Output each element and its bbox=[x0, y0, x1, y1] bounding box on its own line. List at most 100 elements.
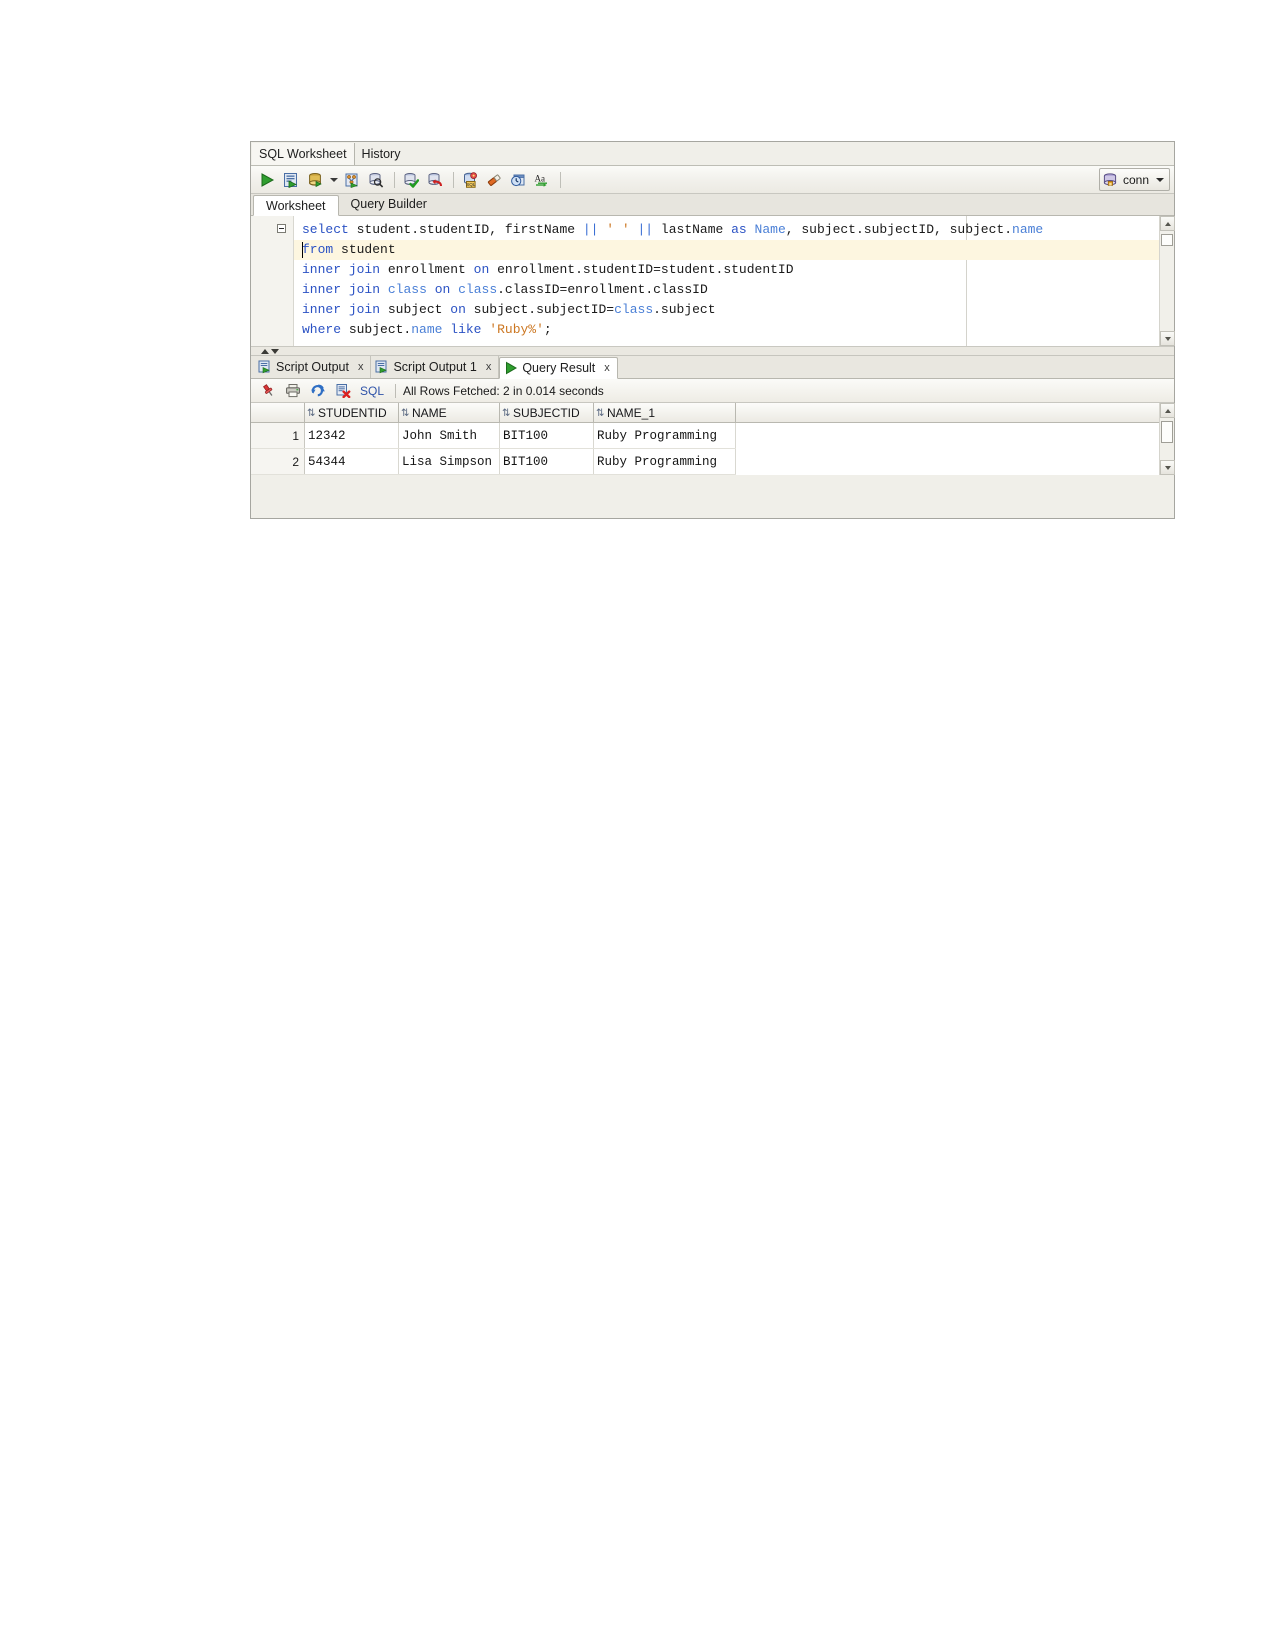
table-cell-name[interactable]: Lisa Simpson bbox=[398, 448, 500, 475]
code-token: , subject.subjectID, subject. bbox=[785, 222, 1013, 237]
format-button[interactable]: Aa bbox=[531, 169, 553, 191]
results-scroll-down-button[interactable] bbox=[1160, 460, 1175, 475]
tab-query-result-label: Query Result bbox=[522, 361, 596, 375]
sort-diamond-icon[interactable]: ⇅ bbox=[596, 408, 604, 419]
results-vertical-scrollbar[interactable] bbox=[1159, 403, 1175, 475]
tab-script-output-1-close-icon[interactable]: x bbox=[484, 361, 494, 373]
tab-query-result[interactable]: Query Result x bbox=[499, 357, 618, 379]
code-token: || bbox=[582, 222, 599, 237]
autotrace-button[interactable] bbox=[304, 169, 326, 191]
tab-script-output-close-icon[interactable]: x bbox=[356, 361, 366, 373]
chevron-down-icon bbox=[1164, 336, 1171, 341]
autotrace-dropdown-button[interactable] bbox=[328, 169, 339, 191]
editor-scroll-up-button[interactable] bbox=[1160, 216, 1175, 231]
connection-chevron-down-icon[interactable] bbox=[1156, 177, 1164, 182]
tab-worksheet[interactable]: Worksheet bbox=[253, 195, 339, 216]
document-tabbar: SQL Worksheet History bbox=[251, 142, 1174, 166]
table-cell-subjectid[interactable]: BIT100 bbox=[499, 448, 594, 475]
tab-query-builder[interactable]: Query Builder bbox=[339, 194, 439, 215]
sql-editor[interactable]: select student.studentID, firstName || '… bbox=[251, 216, 1175, 347]
rollback-icon bbox=[427, 172, 443, 188]
schedule-button[interactable] bbox=[507, 169, 529, 191]
code-token: where bbox=[302, 322, 342, 337]
refresh-icon bbox=[310, 383, 326, 398]
svg-text:SQL: SQL bbox=[466, 182, 476, 187]
print-button[interactable] bbox=[282, 381, 304, 401]
database-cylinder-icon bbox=[307, 172, 323, 188]
code-token: join bbox=[348, 262, 381, 277]
code-token: class bbox=[387, 282, 427, 297]
toolbar-separator-2 bbox=[453, 171, 454, 188]
code-token: Name bbox=[754, 222, 786, 237]
sort-diamond-icon[interactable]: ⇅ bbox=[307, 408, 315, 419]
tab-query-result-close-icon[interactable]: x bbox=[602, 362, 612, 374]
code-token: student bbox=[333, 242, 396, 257]
editor-code-area[interactable]: select student.studentID, firstName || '… bbox=[294, 216, 1159, 346]
tab-script-output-1[interactable]: Script Output 1 x bbox=[371, 356, 500, 378]
sql-worksheet-new-button[interactable]: SQL bbox=[459, 169, 481, 191]
run-script-icon bbox=[283, 172, 299, 188]
run-script-button[interactable] bbox=[280, 169, 302, 191]
code-fold-collapse-icon[interactable] bbox=[277, 224, 286, 233]
code-token: select bbox=[302, 222, 349, 237]
editor-scroll-thumb[interactable] bbox=[1161, 234, 1173, 246]
code-token: join bbox=[348, 302, 381, 317]
clear-results-button[interactable] bbox=[332, 381, 354, 401]
code-token: .subject bbox=[653, 302, 716, 317]
query-results-grid[interactable]: ⇅ STUDENTID ⇅ NAME ⇅ SUBJECTID ⇅ NAME_1 1 12342 Jo… bbox=[251, 403, 1175, 475]
table-cell-studentid[interactable]: 12342 bbox=[304, 422, 399, 449]
tab-history[interactable]: History bbox=[355, 143, 408, 165]
table-cell-name_1[interactable]: Ruby Programming bbox=[593, 448, 736, 475]
code-line-5: inner join subject on subject.subjectID=… bbox=[294, 300, 1159, 320]
code-token: ; bbox=[543, 322, 552, 337]
column-header-studentid[interactable]: ⇅ STUDENTID bbox=[304, 403, 399, 423]
worksheet-tabbar: Worksheet Query Builder bbox=[251, 194, 1174, 216]
tab-script-output[interactable]: Script Output x bbox=[254, 356, 372, 378]
code-line-4: inner join class on class.classID=enroll… bbox=[294, 280, 1159, 300]
code-token: class bbox=[614, 302, 654, 317]
sort-diamond-icon[interactable]: ⇅ bbox=[401, 408, 409, 419]
editor-results-splitter[interactable] bbox=[251, 347, 1174, 356]
editor-vertical-scrollbar[interactable] bbox=[1159, 216, 1175, 346]
explain-plan-button[interactable] bbox=[341, 169, 363, 191]
table-cell-name_1[interactable]: Ruby Programming bbox=[593, 422, 736, 449]
table-row[interactable]: 2 54344 Lisa Simpson BIT100 Ruby Programming bbox=[251, 448, 736, 475]
run-statement-button[interactable] bbox=[256, 169, 278, 191]
table-cell-studentid[interactable]: 54344 bbox=[304, 448, 399, 475]
column-header-name_1[interactable]: ⇅ NAME_1 bbox=[593, 403, 736, 423]
column-header-subjectid[interactable]: ⇅ SUBJECTID bbox=[499, 403, 594, 423]
refresh-button[interactable] bbox=[307, 381, 329, 401]
row-number-header[interactable] bbox=[251, 403, 305, 423]
row-number-cell[interactable]: 1 bbox=[251, 422, 305, 449]
code-token: as bbox=[731, 222, 747, 237]
tab-script-output-1-label: Script Output 1 bbox=[393, 360, 477, 374]
pin-button[interactable] bbox=[257, 381, 279, 401]
column-header-label: NAME bbox=[412, 405, 447, 420]
results-scroll-thumb[interactable] bbox=[1161, 421, 1173, 443]
splitter-collapse-down-icon[interactable] bbox=[271, 348, 279, 354]
code-token: on bbox=[450, 302, 466, 317]
sql-toggle-label[interactable]: SQL bbox=[360, 384, 384, 398]
row-number-cell[interactable]: 2 bbox=[251, 448, 305, 475]
code-line-6: where subject.name like 'Ruby%'; bbox=[294, 320, 1159, 340]
tab-sql-worksheet[interactable]: SQL Worksheet bbox=[252, 143, 355, 165]
table-cell-name[interactable]: John Smith bbox=[398, 422, 500, 449]
code-token: join bbox=[348, 282, 381, 297]
sort-diamond-icon[interactable]: ⇅ bbox=[502, 408, 510, 419]
sql-document-icon: SQL bbox=[462, 171, 479, 188]
table-cell-subjectid[interactable]: BIT100 bbox=[499, 422, 594, 449]
commit-button[interactable] bbox=[400, 169, 422, 191]
column-header-name[interactable]: ⇅ NAME bbox=[398, 403, 500, 423]
results-scroll-up-button[interactable] bbox=[1160, 403, 1175, 418]
splitter-collapse-up-icon[interactable] bbox=[261, 348, 269, 354]
code-token: enrollment bbox=[380, 262, 474, 277]
rollback-button[interactable] bbox=[424, 169, 446, 191]
table-row[interactable]: 1 12342 John Smith BIT100 Ruby Programming bbox=[251, 422, 736, 449]
clear-button[interactable] bbox=[483, 169, 505, 191]
toolbar-separator-1 bbox=[394, 171, 395, 188]
sql-history-button[interactable] bbox=[365, 169, 387, 191]
connection-selector[interactable]: conn bbox=[1098, 168, 1170, 191]
editor-scroll-down-button[interactable] bbox=[1160, 331, 1175, 346]
tab-script-output-label: Script Output bbox=[276, 360, 349, 374]
